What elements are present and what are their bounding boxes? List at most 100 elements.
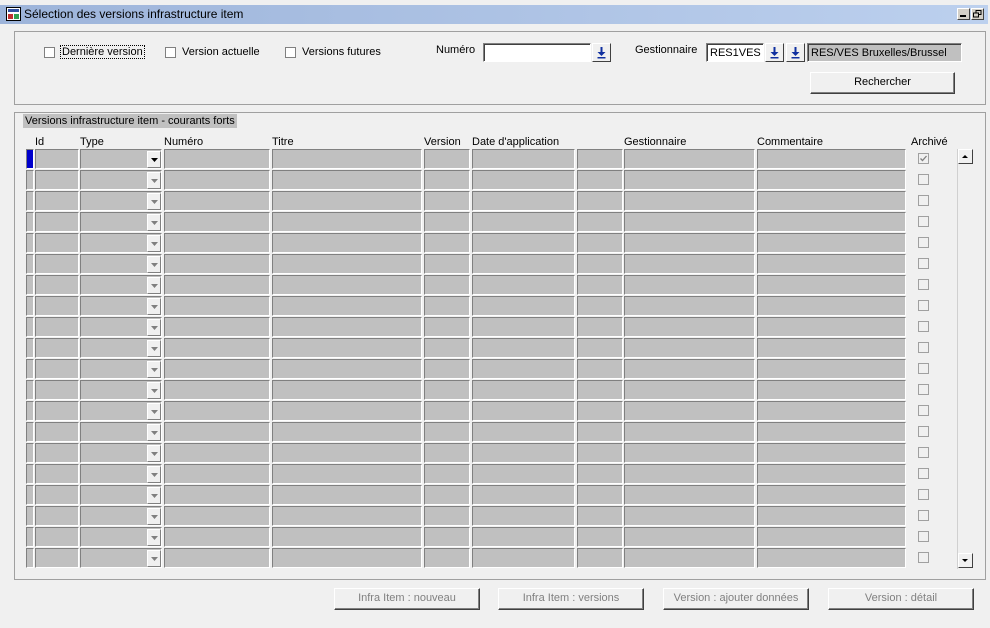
cell-id[interactable] (35, 485, 79, 505)
type-dropdown-button[interactable] (147, 172, 161, 189)
cell-type[interactable] (80, 380, 162, 400)
archive-checkbox[interactable] (918, 258, 929, 269)
cell-gestionnaire[interactable] (624, 233, 755, 253)
cell-date-extra[interactable] (577, 170, 623, 190)
cell-type[interactable] (80, 149, 162, 169)
cell-titre[interactable] (272, 485, 422, 505)
cell-type[interactable] (80, 485, 162, 505)
cell-version[interactable] (424, 464, 470, 484)
cell-id[interactable] (35, 422, 79, 442)
row-indicator[interactable] (26, 191, 34, 211)
type-dropdown-button[interactable] (147, 151, 161, 168)
cell-id[interactable] (35, 359, 79, 379)
checkbox-versions-futures[interactable]: Versions futures (285, 46, 381, 58)
cell-numero[interactable] (164, 359, 270, 379)
cell-type[interactable] (80, 422, 162, 442)
checkbox-box[interactable] (44, 46, 55, 58)
type-dropdown-button[interactable] (147, 340, 161, 357)
cell-titre[interactable] (272, 296, 422, 316)
cell-date-application[interactable] (472, 359, 575, 379)
scroll-down-button[interactable] (958, 553, 973, 568)
row-indicator[interactable] (26, 170, 34, 190)
cell-date-extra[interactable] (577, 506, 623, 526)
type-dropdown-button[interactable] (147, 445, 161, 462)
cell-version[interactable] (424, 275, 470, 295)
cell-version[interactable] (424, 338, 470, 358)
cell-titre[interactable] (272, 338, 422, 358)
cell-commentaire[interactable] (757, 149, 906, 169)
infra-item-nouveau-button[interactable]: Infra Item : nouveau (334, 588, 480, 610)
cell-date-extra[interactable] (577, 233, 623, 253)
archive-checkbox[interactable] (918, 216, 929, 227)
type-dropdown-button[interactable] (147, 361, 161, 378)
cell-id[interactable] (35, 401, 79, 421)
cell-date-application[interactable] (472, 149, 575, 169)
cell-gestionnaire[interactable] (624, 191, 755, 211)
cell-numero[interactable] (164, 170, 270, 190)
archive-checkbox[interactable] (918, 195, 929, 206)
cell-commentaire[interactable] (757, 506, 906, 526)
scroll-up-button[interactable] (958, 149, 973, 164)
cell-date-extra[interactable] (577, 296, 623, 316)
archive-checkbox[interactable] (918, 363, 929, 374)
row-indicator[interactable] (26, 149, 34, 169)
cell-type[interactable] (80, 317, 162, 337)
archive-checkbox[interactable] (918, 405, 929, 416)
cell-gestionnaire[interactable] (624, 401, 755, 421)
cell-date-application[interactable] (472, 191, 575, 211)
cell-date-extra[interactable] (577, 191, 623, 211)
row-indicator[interactable] (26, 317, 34, 337)
cell-type[interactable] (80, 464, 162, 484)
cell-numero[interactable] (164, 296, 270, 316)
checkbox-box[interactable] (165, 46, 176, 58)
row-indicator[interactable] (26, 506, 34, 526)
cell-commentaire[interactable] (757, 170, 906, 190)
cell-version[interactable] (424, 401, 470, 421)
cell-date-application[interactable] (472, 422, 575, 442)
cell-date-application[interactable] (472, 170, 575, 190)
cell-gestionnaire[interactable] (624, 485, 755, 505)
cell-id[interactable] (35, 464, 79, 484)
type-dropdown-button[interactable] (147, 508, 161, 525)
cell-id[interactable] (35, 548, 79, 568)
cell-date-extra[interactable] (577, 212, 623, 232)
cell-version[interactable] (424, 485, 470, 505)
cell-gestionnaire[interactable] (624, 296, 755, 316)
cell-type[interactable] (80, 233, 162, 253)
archive-checkbox[interactable] (918, 552, 929, 563)
archive-checkbox[interactable] (918, 300, 929, 311)
checkbox-derniere-version[interactable]: Dernière version (44, 45, 145, 59)
cell-gestionnaire[interactable] (624, 506, 755, 526)
cell-id[interactable] (35, 380, 79, 400)
row-indicator[interactable] (26, 527, 34, 547)
cell-id[interactable] (35, 212, 79, 232)
cell-gestionnaire[interactable] (624, 212, 755, 232)
gestionnaire-lov-button-2[interactable] (786, 43, 805, 62)
cell-type[interactable] (80, 296, 162, 316)
row-indicator[interactable] (26, 464, 34, 484)
cell-date-application[interactable] (472, 485, 575, 505)
cell-date-application[interactable] (472, 527, 575, 547)
cell-date-application[interactable] (472, 275, 575, 295)
cell-id[interactable] (35, 149, 79, 169)
cell-titre[interactable] (272, 506, 422, 526)
row-indicator[interactable] (26, 548, 34, 568)
cell-titre[interactable] (272, 317, 422, 337)
cell-version[interactable] (424, 527, 470, 547)
cell-numero[interactable] (164, 401, 270, 421)
cell-date-application[interactable] (472, 317, 575, 337)
archive-checkbox[interactable] (918, 342, 929, 353)
cell-numero[interactable] (164, 485, 270, 505)
cell-numero[interactable] (164, 380, 270, 400)
cell-date-extra[interactable] (577, 527, 623, 547)
cell-titre[interactable] (272, 191, 422, 211)
cell-gestionnaire[interactable] (624, 317, 755, 337)
row-indicator[interactable] (26, 296, 34, 316)
cell-numero[interactable] (164, 275, 270, 295)
archive-checkbox[interactable] (918, 426, 929, 437)
cell-date-extra[interactable] (577, 149, 623, 169)
cell-gestionnaire[interactable] (624, 254, 755, 274)
cell-id[interactable] (35, 338, 79, 358)
type-dropdown-button[interactable] (147, 319, 161, 336)
archive-checkbox[interactable] (918, 384, 929, 395)
